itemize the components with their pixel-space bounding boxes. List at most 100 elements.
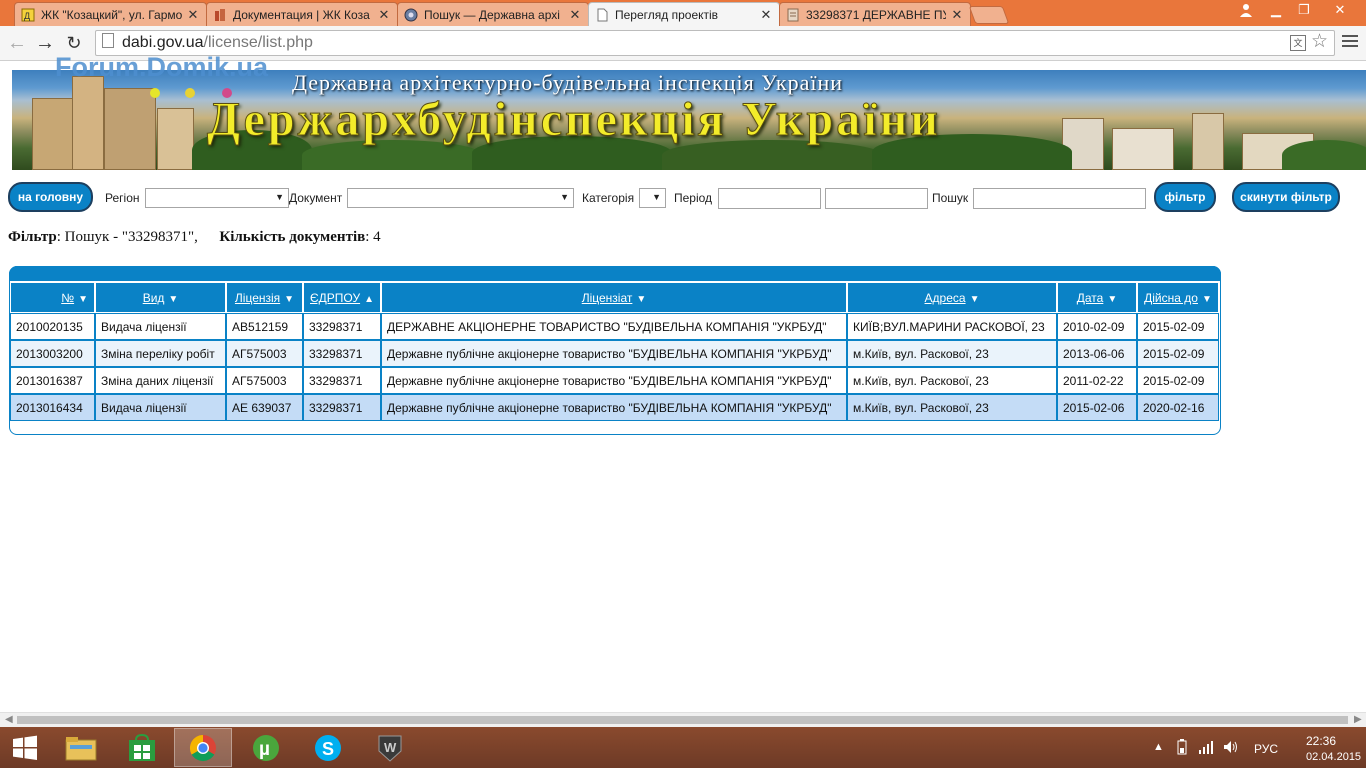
tab-forum[interactable]: Д ЖК "Козацкий", ул. Гармо ✕ xyxy=(14,2,207,26)
menu-icon[interactable] xyxy=(1342,32,1358,50)
document-favicon-icon xyxy=(786,8,800,22)
filter-summary: Фільтр: Пошук - "33298371", Кількість до… xyxy=(8,229,381,246)
user-icon[interactable] xyxy=(1232,0,1260,20)
cell-licensee: Державне публічне акціонерне товариство … xyxy=(381,367,847,394)
cell-edrpou: 33298371 xyxy=(303,367,381,394)
tab-search-dabi[interactable]: Пошук — Державна архі ✕ xyxy=(397,2,589,26)
document-count-value: : 4 xyxy=(365,229,381,245)
input-language-indicator[interactable]: РУС xyxy=(1254,742,1278,756)
column-header-licensee[interactable]: Ліцензіат ▼ xyxy=(381,282,847,313)
signal-icon[interactable] xyxy=(1198,739,1214,758)
cell-type: Зміна переліку робіт xyxy=(95,340,226,367)
forward-icon[interactable]: → xyxy=(34,32,56,54)
forum-favicon-icon: Д xyxy=(21,8,35,22)
document-select[interactable]: ▼ xyxy=(347,188,574,208)
cell-licensee: Державне публічне акціонерне товариство … xyxy=(381,340,847,367)
category-label: Категорія xyxy=(582,191,635,205)
cell-edrpou: 33298371 xyxy=(303,394,381,421)
volume-icon[interactable] xyxy=(1222,739,1240,758)
file-explorer-icon[interactable] xyxy=(52,728,110,767)
column-header-license[interactable]: Ліцензія ▼ xyxy=(226,282,303,313)
table-row[interactable]: 2013016387 Зміна даних ліцензії АГ575003… xyxy=(10,367,1219,394)
taskbar: µ S W ▲ РУС 22:36 02.04.2015 xyxy=(0,727,1366,768)
restore-icon[interactable]: ❐ xyxy=(1290,0,1318,20)
cell-date: 2010-02-09 xyxy=(1057,313,1137,340)
skype-icon[interactable]: S xyxy=(299,728,357,767)
column-header-valid-until[interactable]: Дійсна до ▼ xyxy=(1137,282,1219,313)
emblem-favicon-icon xyxy=(404,8,418,22)
utorrent-icon[interactable]: µ xyxy=(237,728,295,767)
translate-icon[interactable]: 文 xyxy=(1290,35,1306,51)
sort-desc-icon: ▼ xyxy=(636,293,647,305)
cell-number: 2013016434 xyxy=(10,394,95,421)
chrome-icon[interactable] xyxy=(174,728,232,767)
period-label: Період xyxy=(674,191,713,205)
home-button[interactable]: на головну xyxy=(8,182,93,212)
start-icon[interactable] xyxy=(0,728,50,767)
table-row-selected[interactable]: 2013016434 Видача ліцензії АЕ 639037 332… xyxy=(10,394,1219,421)
region-select[interactable]: ▼ xyxy=(145,188,289,208)
star-icon[interactable]: ☆ xyxy=(1311,30,1328,53)
search-input[interactable] xyxy=(973,188,1146,209)
address-bar[interactable]: dabi.gov.ua/license/list.php xyxy=(95,30,1335,56)
close-icon[interactable]: ✕ xyxy=(377,7,391,23)
cell-date: 2011-02-22 xyxy=(1057,367,1137,394)
svg-text:W: W xyxy=(384,740,397,755)
sort-desc-icon: ▼ xyxy=(1107,293,1118,305)
category-select[interactable]: ▼ xyxy=(639,188,666,208)
battery-icon[interactable] xyxy=(1174,739,1190,758)
tab-title: Перегляд проектів xyxy=(615,7,719,22)
sort-desc-icon: ▼ xyxy=(1201,293,1212,305)
clock-date[interactable]: 02.04.2015 xyxy=(1306,751,1361,763)
table-row[interactable]: 2013003200 Зміна переліку робіт АГ575003… xyxy=(10,340,1219,367)
new-tab-button[interactable] xyxy=(968,6,1010,24)
reset-filter-button[interactable]: скинути фільтр xyxy=(1232,182,1340,212)
cell-number: 2013003200 xyxy=(10,340,95,367)
close-window-icon[interactable]: ✕ xyxy=(1326,0,1354,20)
minimize-icon[interactable]: ▁ xyxy=(1262,0,1290,20)
horizontal-scrollbar[interactable]: ◀ ▶ xyxy=(0,712,1366,727)
cell-license: АГ575003 xyxy=(226,367,303,394)
browser-tab-strip: Д ЖК "Козацкий", ул. Гармо ✕ Документаци… xyxy=(0,0,1366,26)
column-header-number[interactable]: № ▼ xyxy=(10,282,95,313)
scrollbar-thumb[interactable] xyxy=(17,716,1348,724)
close-icon[interactable]: ✕ xyxy=(186,7,200,23)
reload-icon[interactable]: ↻ xyxy=(63,32,85,54)
period-to-input[interactable] xyxy=(825,188,928,209)
cell-address: м.Київ, вул. Раскової, 23 xyxy=(847,340,1057,367)
cell-edrpou: 33298371 xyxy=(303,313,381,340)
close-icon[interactable]: ✕ xyxy=(568,7,582,23)
tab-documentation[interactable]: Документация | ЖК Коза ✕ xyxy=(206,2,398,26)
tab-project-list[interactable]: Перегляд проектів ✕ xyxy=(588,2,780,26)
document-label: Документ xyxy=(289,191,343,205)
column-header-type[interactable]: Вид ▼ xyxy=(95,282,226,313)
scroll-left-icon[interactable]: ◀ xyxy=(5,714,13,725)
cell-licensee: Державне публічне акціонерне товариство … xyxy=(381,394,847,421)
clock-time[interactable]: 22:36 xyxy=(1306,734,1336,748)
table-row[interactable]: 2010020135 Видача ліцензії АВ512159 3329… xyxy=(10,313,1219,340)
show-hidden-icons-icon[interactable]: ▲ xyxy=(1153,741,1164,753)
column-header-address[interactable]: Адреса ▼ xyxy=(847,282,1057,313)
store-icon[interactable] xyxy=(113,728,171,767)
world-of-tanks-icon[interactable]: W xyxy=(361,728,419,767)
cell-date: 2013-06-06 xyxy=(1057,340,1137,367)
column-header-date[interactable]: Дата ▼ xyxy=(1057,282,1137,313)
period-from-input[interactable] xyxy=(718,188,821,209)
back-icon[interactable]: ← xyxy=(6,32,28,54)
cell-licensee: ДЕРЖАВНЕ АКЦІОНЕРНЕ ТОВАРИСТВО "БУДІВЕЛЬ… xyxy=(381,313,847,340)
column-header-edrpou[interactable]: ЄДРПОУ ▲ xyxy=(303,282,381,313)
filter-summary-text: : Пошук - "33298371", xyxy=(56,229,198,245)
filter-button[interactable]: фільтр xyxy=(1154,182,1216,212)
tab-title: 33298371 ДЕРЖАВНЕ ПУБ xyxy=(806,7,946,22)
table-header-row: № ▼ Вид ▼ Ліцензія ▼ ЄДРПОУ ▲ Ліцензіат ▼ Адр… xyxy=(10,282,1219,313)
close-icon[interactable]: ✕ xyxy=(759,7,773,23)
sort-desc-icon: ▼ xyxy=(168,293,179,305)
sort-desc-icon: ▼ xyxy=(78,293,88,305)
dropdown-arrow-icon: ▼ xyxy=(275,192,284,202)
close-icon[interactable]: ✕ xyxy=(950,7,964,23)
page-icon xyxy=(102,33,114,48)
scroll-right-icon[interactable]: ▶ xyxy=(1354,714,1362,725)
tab-company-record[interactable]: 33298371 ДЕРЖАВНЕ ПУБ ✕ xyxy=(779,2,971,26)
filter-summary-label: Фільтр xyxy=(8,229,57,245)
cell-edrpou: 33298371 xyxy=(303,340,381,367)
